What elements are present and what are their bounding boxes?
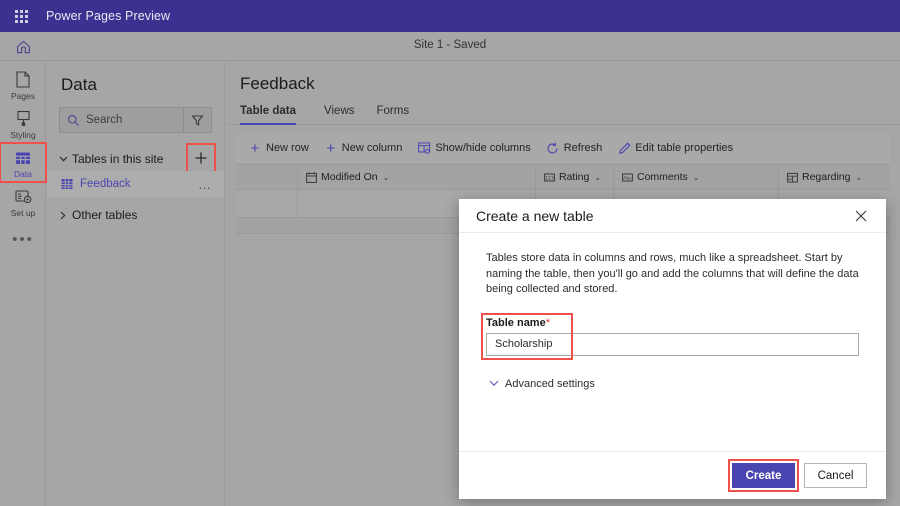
section-label-other-tables: Other tables: [72, 208, 138, 222]
grid-col-modified-on[interactable]: Modified On ⌄: [298, 165, 536, 190]
grid-col-select[interactable]: [236, 165, 298, 190]
table-toolbar: + New row + New column Show/hide columns: [236, 133, 890, 163]
table-name-label-text: Table name: [486, 316, 546, 329]
text-icon: Abc: [621, 171, 633, 183]
show-hide-columns-label: Show/hide columns: [435, 142, 531, 154]
tab-bar: Table data Views Forms: [226, 105, 900, 125]
refresh-button[interactable]: Refresh: [546, 141, 603, 155]
grid-col-comments[interactable]: Abc Comments ⌄: [614, 165, 779, 190]
chevron-down-icon[interactable]: ⌄: [383, 173, 390, 182]
advanced-settings-toggle[interactable]: Advanced settings: [486, 378, 859, 390]
dialog-footer: Create Cancel: [459, 451, 886, 499]
row-select-cell[interactable]: [236, 189, 298, 218]
data-panel: Data Search Tables in this site Feedback…: [47, 61, 225, 506]
plus-icon: +: [250, 139, 260, 157]
sidebar-label-setup: Set up: [10, 208, 36, 218]
left-nav-rail: Pages Styling Data Set up •••: [0, 61, 47, 506]
dialog-description: Tables store data in columns and rows, m…: [486, 252, 859, 295]
sidebar-label-data: Data: [14, 169, 32, 179]
table-name-field-group: Table name* Scholarship: [481, 312, 859, 360]
create-table-dialog: Create a new table Tables store data in …: [459, 199, 886, 499]
sidebar-more-icon[interactable]: •••: [0, 221, 46, 258]
filter-icon[interactable]: [183, 108, 211, 132]
page-title: Feedback: [240, 74, 315, 93]
grid-col-label: Rating: [559, 171, 590, 183]
table-row-more-icon[interactable]: …: [198, 177, 212, 192]
chevron-down-icon: [486, 380, 502, 387]
lookup-icon: [786, 171, 798, 183]
table-list-item-feedback[interactable]: Feedback …: [47, 171, 224, 197]
table-name-input[interactable]: Scholarship: [486, 332, 859, 356]
show-hide-columns-button[interactable]: Show/hide columns: [417, 141, 531, 155]
new-column-label: New column: [341, 142, 403, 154]
svg-text:123: 123: [545, 175, 554, 181]
sidebar-item-styling[interactable]: Styling: [0, 104, 46, 143]
grid-col-label: Comments: [637, 171, 688, 183]
chevron-down-icon[interactable]: ⌄: [855, 173, 862, 182]
plus-icon: +: [326, 139, 336, 157]
dialog-header: Create a new table: [459, 199, 886, 233]
grid-col-label: Modified On: [321, 171, 378, 183]
search-placeholder: Search: [86, 114, 123, 126]
pencil-icon: [617, 141, 631, 155]
site-status-text: Site 1 - Saved: [413, 39, 487, 51]
advanced-settings-label: Advanced settings: [505, 377, 595, 390]
sidebar-item-pages[interactable]: Pages: [0, 65, 46, 104]
table-grid-icon: [58, 178, 76, 190]
sidebar-item-data[interactable]: Data: [0, 142, 47, 183]
waffle-grid-icon[interactable]: [8, 3, 34, 29]
grid-col-rating[interactable]: 123 Rating ⌄: [536, 165, 614, 190]
sidebar-label-styling: Styling: [10, 130, 36, 140]
number-icon: 123: [543, 171, 555, 183]
table-list-label: Feedback: [80, 178, 131, 190]
cancel-button[interactable]: Cancel: [804, 463, 867, 488]
section-other-tables[interactable]: Other tables: [47, 203, 224, 227]
dialog-body: Tables store data in columns and rows, m…: [459, 233, 886, 451]
setup-icon: [14, 187, 32, 206]
new-row-label: New row: [266, 142, 309, 154]
tab-table-data[interactable]: Table data: [240, 105, 305, 125]
chevron-down-icon: [56, 156, 70, 162]
refresh-label: Refresh: [563, 142, 603, 154]
section-tables-in-site[interactable]: Tables in this site: [47, 143, 224, 173]
sidebar-item-setup[interactable]: Set up: [0, 182, 46, 221]
data-panel-title: Data: [61, 75, 97, 94]
refresh-icon: [546, 141, 560, 155]
table-name-label: Table name*: [486, 317, 859, 329]
app-root: Power Pages Preview Site 1 - Saved Pages: [0, 0, 900, 506]
edit-table-properties-button[interactable]: Edit table properties: [617, 141, 733, 155]
sidebar-label-pages: Pages: [10, 91, 36, 101]
columns-icon: [417, 141, 431, 155]
chevron-down-icon[interactable]: ⌄: [693, 173, 700, 182]
dialog-title: Create a new table: [476, 207, 594, 224]
required-marker: *: [545, 316, 550, 329]
table-name-value: Scholarship: [495, 338, 553, 350]
chevron-down-icon[interactable]: ⌄: [594, 173, 601, 182]
create-button[interactable]: Create: [728, 459, 799, 492]
new-row-button[interactable]: + New row: [248, 139, 309, 157]
search-box[interactable]: Search: [59, 107, 212, 133]
section-label-tables: Tables in this site: [72, 152, 164, 166]
add-table-button[interactable]: [186, 143, 216, 173]
top-app-bar: Power Pages Preview: [0, 0, 900, 32]
page-icon: [16, 70, 30, 89]
calendar-icon: [305, 171, 317, 183]
edit-table-properties-label: Edit table properties: [635, 142, 734, 154]
app-title: Power Pages Preview: [46, 9, 171, 23]
brush-icon: [16, 109, 31, 128]
svg-text:Abc: Abc: [623, 175, 632, 181]
grid-col-label: Regarding: [802, 171, 851, 183]
site-command-bar: Site 1 - Saved: [0, 32, 900, 61]
grid-header-row: Modified On ⌄ 123 Rating ⌄ Abc Comments …: [236, 165, 890, 190]
grid-col-regarding[interactable]: Regarding ⌄: [779, 165, 890, 190]
tab-forms[interactable]: Forms: [368, 105, 419, 124]
chevron-right-icon: [56, 211, 70, 220]
search-icon: [60, 114, 86, 127]
close-icon[interactable]: [850, 205, 872, 227]
tab-views[interactable]: Views: [315, 105, 363, 124]
table-icon: [15, 148, 31, 167]
new-column-button[interactable]: + New column: [324, 139, 403, 157]
